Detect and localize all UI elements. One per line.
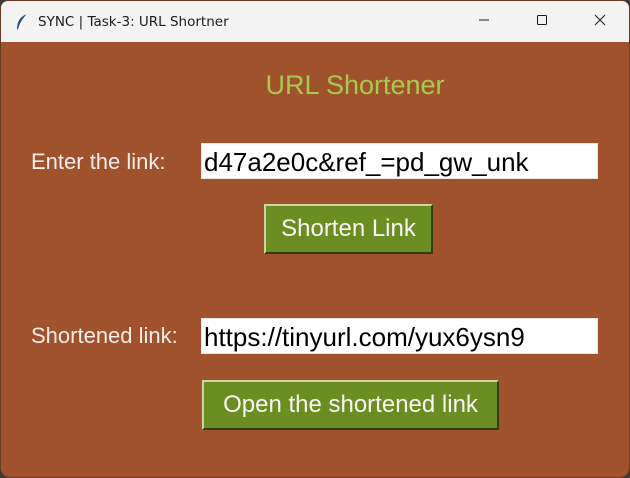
page-title: URL Shortener bbox=[265, 70, 445, 100]
minimize-icon bbox=[478, 13, 490, 31]
window-controls bbox=[455, 1, 629, 42]
link-label: Enter the link: bbox=[31, 149, 166, 174]
maximize-button[interactable] bbox=[513, 1, 571, 42]
open-shortened-link-button[interactable]: Open the shortened link bbox=[202, 380, 499, 430]
app-window: SYNC | Task-3: URL Shortner URL Shortene… bbox=[0, 0, 630, 478]
window-title: SYNC | Task-3: URL Shortner bbox=[38, 13, 229, 30]
shortened-link-output[interactable]: https://tinyurl.com/yux6ysn9 bbox=[201, 318, 598, 354]
shorten-link-button[interactable]: Shorten Link bbox=[264, 204, 433, 254]
close-icon bbox=[594, 13, 606, 31]
main-panel: URL Shortener Enter the link: d47a2e0c&r… bbox=[1, 42, 629, 477]
title-bar[interactable]: SYNC | Task-3: URL Shortner bbox=[1, 1, 629, 42]
close-button[interactable] bbox=[571, 1, 629, 42]
minimize-button[interactable] bbox=[455, 1, 513, 42]
link-input[interactable]: d47a2e0c&ref_=pd_gw_unk bbox=[201, 143, 598, 179]
shortened-link-label: Shortened link: bbox=[31, 323, 178, 348]
maximize-icon bbox=[536, 13, 548, 31]
feather-icon bbox=[14, 13, 30, 31]
